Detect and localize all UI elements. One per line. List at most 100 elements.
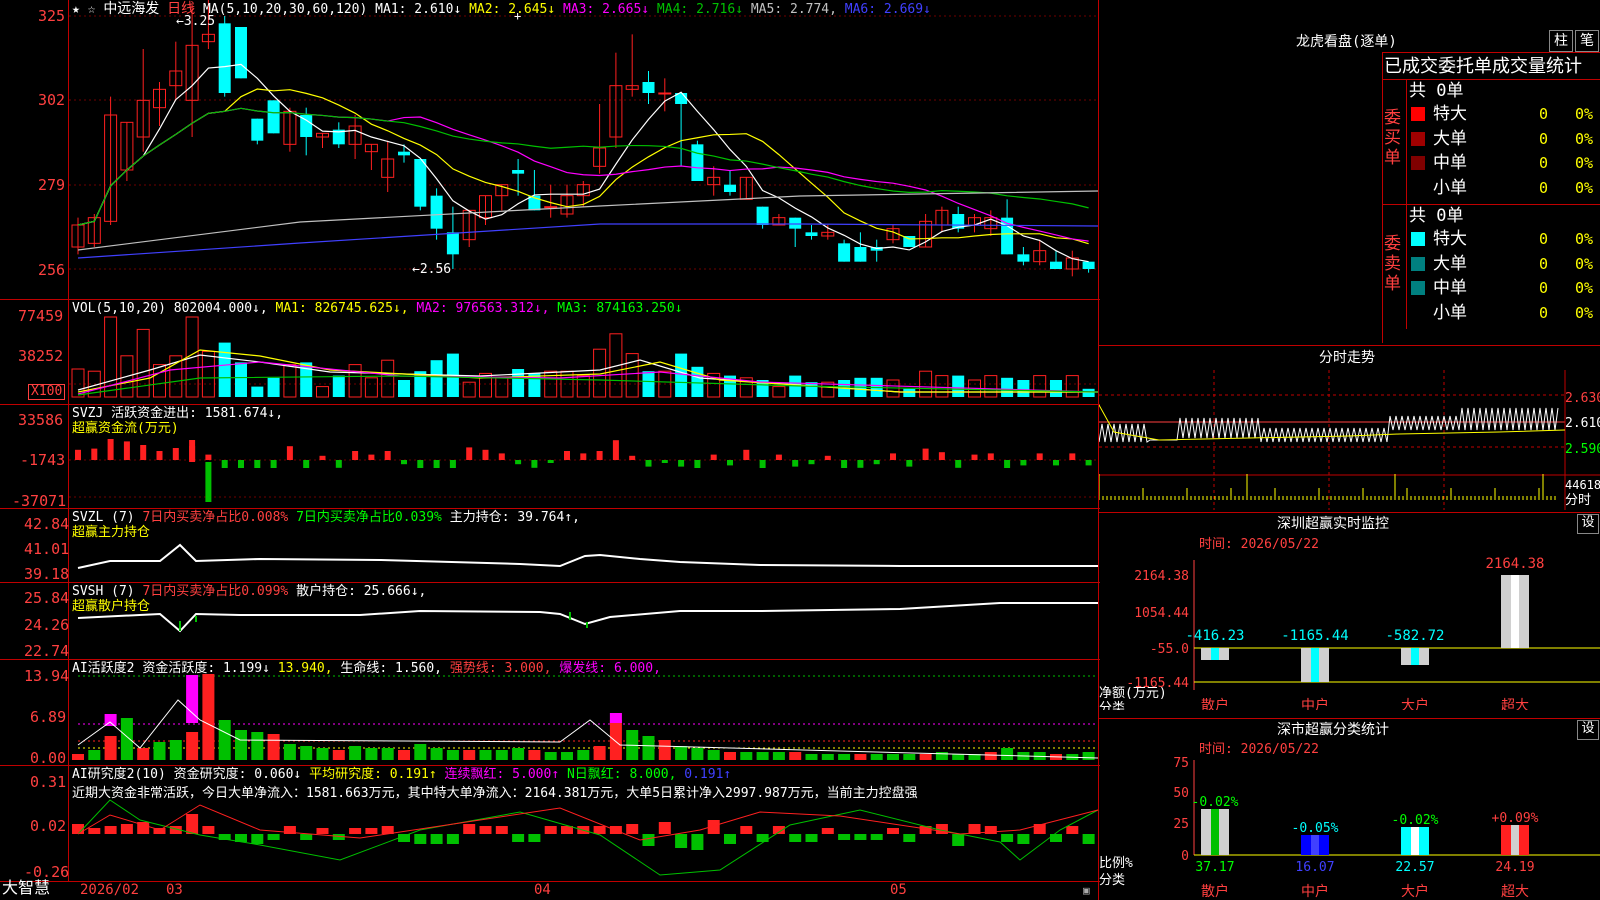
svzj-label: 活跃资金进出: bbox=[111, 406, 197, 421]
flow-bar bbox=[417, 460, 424, 468]
row-percent: 0% bbox=[1575, 279, 1594, 297]
research-bar bbox=[1017, 834, 1030, 844]
vol-bar bbox=[316, 386, 329, 398]
flow-bar bbox=[449, 460, 456, 468]
kline-chart-area[interactable] bbox=[0, 0, 1100, 900]
row-value: 0 bbox=[1539, 178, 1549, 197]
row-percent: 0% bbox=[1575, 129, 1594, 148]
high-value: 3.25 bbox=[183, 14, 216, 29]
vol-bar bbox=[218, 342, 231, 397]
research-bar bbox=[1001, 834, 1014, 842]
research-bar bbox=[675, 834, 688, 848]
price-tick: 302 bbox=[38, 91, 66, 109]
ma-line bbox=[77, 223, 1099, 259]
sz-monitor-title: 深圳超赢实时监控 bbox=[1277, 516, 1389, 532]
svsh-subtitle: 超赢散户持仓 bbox=[72, 599, 151, 614]
svzl-subtitle: 超赢主力持仓 bbox=[72, 525, 151, 540]
ai2-note: 近期大资金非常活跃，今日大单净流入：1581.663万元，其中特大单净流入：21… bbox=[72, 786, 918, 801]
svzl-a: 7日内买卖净占比0.008% bbox=[142, 510, 289, 525]
intraday-title: 分时走势 bbox=[1319, 350, 1375, 366]
active-bar bbox=[463, 750, 476, 760]
research-bar bbox=[1050, 834, 1062, 842]
svzl-tick: 41.01 bbox=[24, 540, 70, 558]
research-bar bbox=[789, 834, 802, 842]
flow-bar bbox=[156, 451, 163, 460]
active-bar bbox=[186, 732, 199, 760]
research-bar bbox=[887, 828, 899, 834]
active-bar bbox=[104, 736, 117, 760]
research-bar bbox=[365, 828, 378, 834]
crosshair-icon: + bbox=[514, 9, 522, 23]
ma-line bbox=[77, 63, 1089, 263]
bar-value: -416.23 bbox=[1185, 628, 1244, 644]
color-swatch bbox=[1411, 131, 1425, 146]
flow-bar bbox=[189, 440, 196, 462]
buy-side-label: 委买单 bbox=[1384, 108, 1401, 168]
intraday-vol-label: 分时 bbox=[1565, 493, 1592, 508]
flow-bar bbox=[743, 449, 750, 460]
candle-down bbox=[235, 27, 247, 79]
ma-value-3: MA3: 2.665↓ bbox=[555, 2, 650, 17]
vol-bar bbox=[625, 353, 639, 398]
btn-bi[interactable]: 笔 bbox=[1575, 30, 1599, 52]
ma-value-5: MA5: 2.774, bbox=[743, 2, 837, 17]
active-bar bbox=[251, 732, 264, 760]
vol-bar bbox=[381, 359, 395, 398]
vol-bar bbox=[495, 377, 509, 398]
row-value: 0 bbox=[1539, 154, 1549, 172]
active-bar bbox=[952, 754, 965, 760]
research-bar bbox=[805, 834, 818, 842]
flow-bar bbox=[971, 454, 978, 460]
active-bar bbox=[887, 754, 899, 760]
candle-down bbox=[789, 217, 802, 229]
flow-bar bbox=[661, 460, 668, 463]
research-bar bbox=[642, 834, 655, 846]
bar-top-value: -0.05% bbox=[1292, 821, 1339, 836]
candle-down bbox=[398, 151, 410, 156]
active-bar bbox=[512, 748, 525, 760]
bar-top-value: -0.02% bbox=[1192, 795, 1239, 810]
color-swatch bbox=[1411, 232, 1425, 246]
sz-class-settings-button[interactable]: 设 bbox=[1577, 720, 1599, 740]
flow-bar bbox=[498, 453, 505, 460]
svzl-c: 主力持仓: 39.764↑, bbox=[449, 510, 580, 525]
row-name: 小单 bbox=[1433, 302, 1467, 323]
vol-bar bbox=[935, 375, 949, 398]
flow-bar bbox=[841, 460, 848, 468]
btn-zhu[interactable]: 柱 bbox=[1549, 30, 1573, 52]
ai2-a: 资金研究度: 0.060↓ bbox=[173, 767, 302, 782]
research-bar bbox=[495, 826, 508, 834]
flow-bar bbox=[1069, 453, 1076, 460]
active-bar bbox=[528, 750, 541, 760]
research-bar bbox=[463, 824, 476, 834]
active-bar bbox=[414, 744, 427, 760]
research-bar bbox=[88, 828, 101, 834]
vol-bar bbox=[235, 362, 247, 397]
active-bar bbox=[283, 744, 296, 760]
active-bar bbox=[691, 748, 704, 760]
research-line bbox=[77, 804, 1099, 841]
category-label: 散户 bbox=[1201, 697, 1229, 710]
y-tick: 50 bbox=[1173, 786, 1189, 801]
flow-bar bbox=[857, 460, 864, 468]
y-tick: 75 bbox=[1173, 756, 1189, 771]
panel-divider bbox=[1099, 512, 1600, 513]
ai1-tick: 13.94 bbox=[24, 667, 70, 685]
flow-bar bbox=[938, 452, 945, 460]
flow-bar bbox=[906, 460, 913, 467]
ai1-tick: 6.89 bbox=[30, 708, 67, 726]
intraday-chart[interactable] bbox=[1099, 370, 1600, 510]
bar-bottom-value: 16.07 bbox=[1295, 860, 1334, 875]
vol-bar bbox=[642, 371, 655, 397]
flow-bar bbox=[221, 460, 228, 468]
sell-total: 共 0单 bbox=[1409, 206, 1464, 226]
vol-bar bbox=[153, 364, 166, 398]
svzl-b: 7日内买卖净占比0.039% bbox=[296, 510, 442, 525]
vol-bar bbox=[1017, 380, 1030, 397]
sz-monitor-settings-button[interactable]: 设 bbox=[1577, 514, 1599, 534]
color-swatch bbox=[1411, 180, 1425, 195]
flow-bar bbox=[808, 460, 815, 465]
active-bar bbox=[446, 750, 459, 760]
flow-bar bbox=[645, 460, 652, 467]
research-bar bbox=[512, 834, 525, 842]
